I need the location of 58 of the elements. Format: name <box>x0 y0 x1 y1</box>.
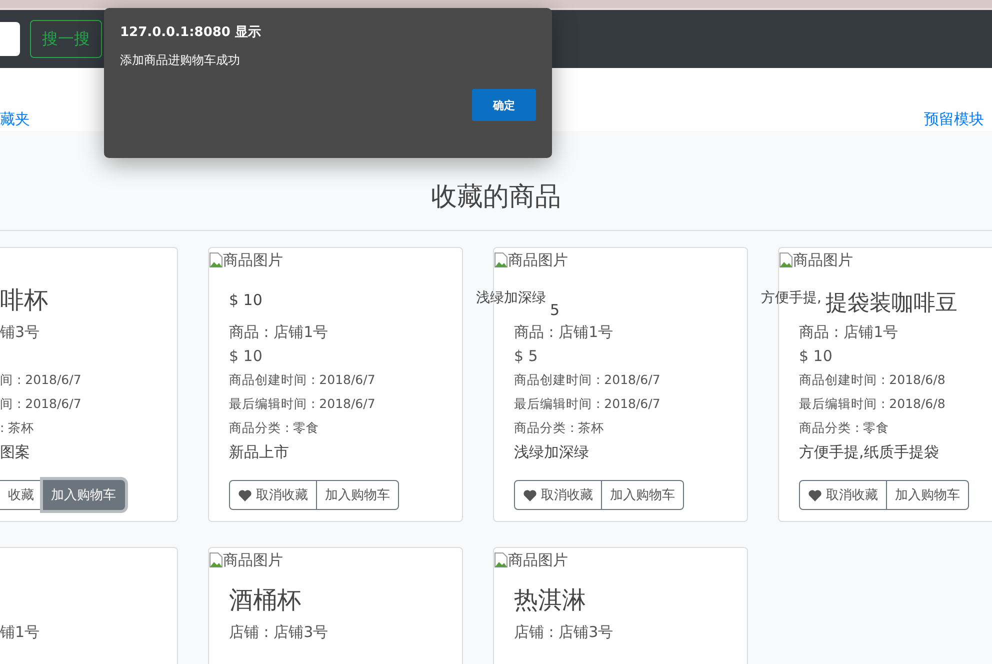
heart-icon <box>238 488 252 502</box>
category: 商品分类 : 零食 <box>229 419 320 437</box>
add-to-cart-button[interactable]: 加入购物车 <box>317 480 399 510</box>
heart-icon <box>808 488 822 502</box>
favorites-link[interactable]: 藏夹 <box>0 108 30 130</box>
heart-icon <box>523 488 537 502</box>
add-to-cart-button[interactable]: 加入购物车 <box>887 480 969 510</box>
unfavorite-button[interactable]: 取消收藏 <box>514 480 602 510</box>
edited-time: 间 : 2018/6/7 <box>0 395 82 413</box>
product-title: 热淇淋 <box>514 585 587 616</box>
add-to-cart-button[interactable]: 加入购物车 <box>43 480 125 510</box>
dialog-message: 添加商品进购物车成功 <box>120 52 241 69</box>
product-title: 酒桶杯 <box>229 585 302 616</box>
image-alt-text: 商品图片 <box>508 250 568 270</box>
category: 商品分类 : 零食 <box>799 419 890 437</box>
shop-name: 商品 : 店铺1号 <box>514 322 614 343</box>
category: 商品分类 : 茶杯 <box>514 419 606 437</box>
unfavorite-button[interactable]: 取消收藏 <box>799 480 887 510</box>
edited-time: 最后编辑时间 : 2018/6/7 <box>514 395 662 413</box>
shop-name: 铺3号 <box>0 322 41 343</box>
product-title: 提袋装咖啡豆 <box>825 290 958 318</box>
unfavorite-button[interactable]: 收藏 <box>0 480 43 510</box>
created-time: 商品创建时间 : 2018/6/7 <box>229 371 376 389</box>
product-title: 5 <box>550 300 560 320</box>
description: 方便手提,纸质手提袋 <box>799 442 940 463</box>
search-field[interactable] <box>0 22 20 56</box>
shop-name: 商品 : 店铺1号 <box>229 322 330 343</box>
ok-button[interactable]: 确定 <box>472 89 536 121</box>
description: 新品上市 <box>229 442 290 463</box>
section-heading: 收藏的商品 <box>430 181 562 214</box>
edited-time: 最后编辑时间 : 2018/6/8 <box>799 395 946 413</box>
floating-text: 浅绿加深绿 <box>476 289 546 308</box>
description: 图案 <box>0 442 31 463</box>
image-alt-text: 商品图片 <box>793 250 853 270</box>
edited-time: 最后编辑时间 : 2018/6/7 <box>229 395 376 413</box>
category: : 茶杯 <box>0 419 36 437</box>
product-title: $ 10 <box>229 290 264 311</box>
search-button[interactable]: 搜一搜 <box>30 20 102 58</box>
add-to-cart-button[interactable]: 加入购物车 <box>602 480 684 510</box>
reserved-module-link[interactable]: 预留模块 <box>924 108 984 130</box>
description: 浅绿加深绿 <box>514 442 590 463</box>
shop-name: 铺1号 <box>0 622 41 643</box>
image-alt-text: 商品图片 <box>223 250 283 270</box>
dialog-title: 127.0.0.1:8080 显示 <box>120 24 262 42</box>
created-time: 商品创建时间 : 2018/6/7 <box>514 371 662 389</box>
shop-name: 商品 : 店铺1号 <box>799 322 900 343</box>
image-alt-text: 商品图片 <box>223 550 283 570</box>
created-time: 间 : 2018/6/7 <box>0 371 82 389</box>
unfavorite-button[interactable]: 取消收藏 <box>229 480 317 510</box>
price: $ 10 <box>229 346 264 367</box>
price: $ 5 <box>514 346 539 367</box>
image-alt-text: 商品图片 <box>508 550 568 570</box>
shop-name: 店铺 : 店铺3号 <box>229 622 330 643</box>
created-time: 商品创建时间 : 2018/6/8 <box>799 371 946 389</box>
price: $ 10 <box>799 346 834 367</box>
floating-text: 方便手提, <box>761 289 822 308</box>
shop-name: 店铺 : 店铺3号 <box>514 622 614 643</box>
product-title: 啡杯 <box>0 285 49 316</box>
